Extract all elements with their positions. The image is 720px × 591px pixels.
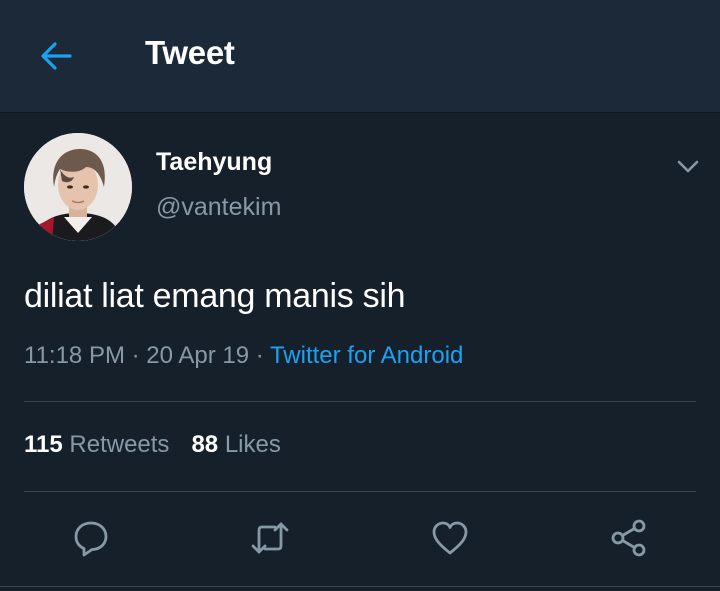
page-title: Tweet	[145, 34, 235, 71]
reply-icon[interactable]	[71, 518, 111, 558]
tweet-source-link[interactable]: Twitter for Android	[270, 342, 463, 369]
retweets-label: Retweets	[69, 431, 170, 458]
app-header: Tweet	[0, 0, 720, 113]
retweet-icon[interactable]	[250, 518, 290, 558]
likes-stat[interactable]: 88 Likes	[191, 431, 280, 458]
display-name[interactable]: Taehyung	[156, 148, 272, 177]
tweet-time: 11:18 PM	[24, 342, 125, 369]
like-icon[interactable]	[430, 518, 470, 558]
tweet-date: 20 Apr 19	[146, 342, 250, 369]
divider	[24, 401, 696, 402]
divider	[24, 491, 696, 492]
avatar[interactable]	[24, 133, 132, 241]
bottom-divider	[0, 586, 720, 587]
retweets-count: 115	[24, 431, 63, 458]
avatar-photo	[24, 133, 132, 241]
tweet-text: diliat liat emang manis sih	[24, 277, 406, 315]
chevron-down-icon[interactable]	[674, 152, 702, 180]
retweets-stat[interactable]: 115 Retweets	[24, 431, 169, 458]
user-handle[interactable]: @vantekim	[156, 193, 281, 222]
likes-count: 88	[191, 431, 219, 458]
share-icon[interactable]	[609, 518, 649, 558]
tweet-meta: 11:18 PM · 20 Apr 19 · Twitter for Andro…	[24, 342, 463, 370]
meta-separator: ·	[255, 342, 264, 369]
meta-separator: ·	[131, 342, 140, 369]
likes-label: Likes	[224, 431, 281, 458]
tweet-stats: 115 Retweets 88 Likes	[24, 431, 281, 459]
back-arrow-icon[interactable]	[36, 36, 76, 76]
